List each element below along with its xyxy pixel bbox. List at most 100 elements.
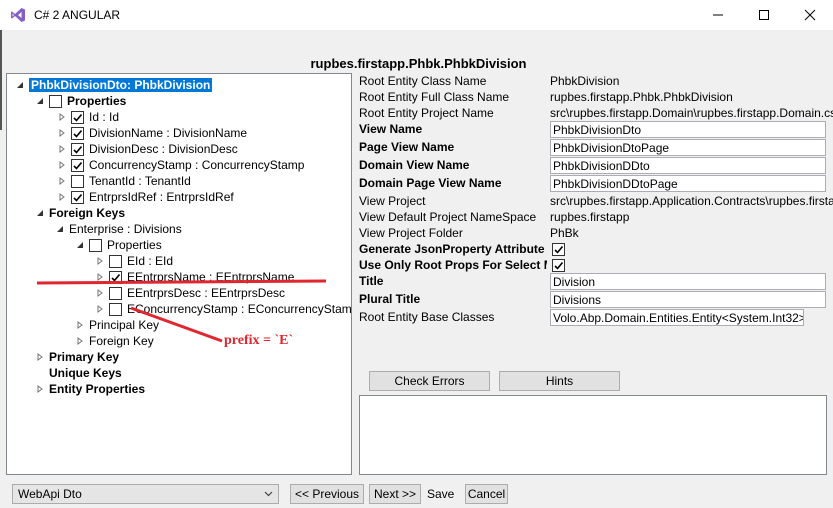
tree-prop-label: EntrprsIdRef : EntrprsIdRef: [89, 190, 234, 204]
tree-prop-item[interactable]: ConcurrencyStamp : ConcurrencyStamp: [57, 157, 304, 173]
check-errors-button[interactable]: Check Errors: [369, 371, 490, 391]
expand-triangle-icon[interactable]: [35, 352, 45, 362]
collapse-triangle-icon[interactable]: [35, 96, 45, 106]
view-type-dropdown[interactable]: WebApi Dto: [12, 484, 279, 504]
prop-checkbox[interactable]: [109, 286, 122, 300]
tree-enterprise-prop-label: EId : EId: [127, 254, 174, 268]
window-edge: [0, 30, 2, 130]
root-entity-full-class-name-label: Root Entity Full Class Name: [359, 90, 510, 104]
expand-triangle-icon[interactable]: [95, 288, 105, 298]
previous-button[interactable]: << Previous: [290, 484, 364, 504]
tree-primary-key-label: Primary Key: [49, 350, 120, 364]
plural-title-label: Plural Title: [359, 292, 421, 306]
root-entity-project-name-value: src\rupbes.firstapp.Domain\rupbes.firsta…: [550, 106, 833, 120]
prop-checkbox[interactable]: [71, 110, 84, 124]
title-label: Title: [359, 274, 384, 288]
tree-prop-label: DivisionDesc : DivisionDesc: [89, 142, 238, 156]
view-project-value: src\rupbes.firstapp.Application.Contract…: [550, 194, 833, 208]
tree-foreign-keys[interactable]: Foreign Keys: [35, 205, 125, 221]
properties-checkbox[interactable]: [49, 94, 62, 108]
expand-triangle-icon[interactable]: [75, 336, 85, 346]
view-name-input[interactable]: [550, 121, 826, 138]
minimize-icon: [713, 14, 723, 16]
tree-enterprise-prop-item[interactable]: EEntrprsDesc : EEntrprsDesc: [95, 285, 285, 301]
tree-prop-item[interactable]: EntrprsIdRef : EntrprsIdRef: [57, 189, 234, 205]
prop-checkbox[interactable]: [109, 254, 122, 268]
expand-triangle-icon[interactable]: [35, 384, 45, 394]
tree-enterprise-prop-item[interactable]: EId : EId: [95, 253, 173, 269]
tree-properties[interactable]: Properties: [35, 93, 126, 109]
title-bar: C# 2 ANGULAR: [0, 0, 833, 30]
view-project-folder-label: View Project Folder: [359, 226, 463, 240]
gen-json-checkbox[interactable]: [552, 243, 565, 256]
prop-checkbox[interactable]: [109, 270, 122, 284]
expand-triangle-icon[interactable]: [57, 128, 67, 138]
expand-triangle-icon[interactable]: [95, 256, 105, 266]
tree-prop-item[interactable]: DivisionName : DivisionName: [57, 125, 247, 141]
annotation-note: prefix = `E`: [224, 333, 294, 348]
collapse-triangle-icon[interactable]: [35, 208, 45, 218]
expand-triangle-icon[interactable]: [95, 272, 105, 282]
domain-page-view-name-input[interactable]: [550, 175, 826, 192]
next-button[interactable]: Next >>: [369, 484, 421, 504]
prop-checkbox[interactable]: [71, 126, 84, 140]
maximize-icon: [759, 10, 769, 20]
prop-checkbox[interactable]: [109, 302, 122, 316]
tree-unique-keys[interactable]: Unique Keys: [49, 365, 122, 381]
expand-triangle-icon[interactable]: [57, 160, 67, 170]
hints-button[interactable]: Hints: [499, 371, 620, 391]
tree-principal-key-label: Principal Key: [89, 318, 160, 332]
tree-view[interactable]: PhbkDivisionDto: PhbkDivision Properties…: [6, 73, 352, 475]
tree-foreign-key[interactable]: Foreign Key: [75, 333, 154, 349]
cancel-button[interactable]: Cancel: [465, 484, 508, 504]
expand-triangle-icon[interactable]: [57, 144, 67, 154]
root-entity-project-name-label: Root Entity Project Name: [359, 106, 494, 120]
tree-prop-item[interactable]: DivisionDesc : DivisionDesc: [57, 141, 238, 157]
collapse-triangle-icon[interactable]: [55, 224, 65, 234]
tree-enterprise-label: Enterprise : Divisions: [69, 222, 182, 236]
page-view-name-input[interactable]: [550, 139, 826, 156]
tree-enterprise[interactable]: Enterprise : Divisions: [55, 221, 182, 237]
tree-properties-label: Properties: [67, 94, 127, 108]
prop-checkbox[interactable]: [71, 158, 84, 172]
minimize-button[interactable]: [695, 0, 741, 30]
expand-triangle-icon[interactable]: [95, 304, 105, 314]
tree-root[interactable]: PhbkDivisionDto: PhbkDivision: [15, 77, 213, 93]
expand-triangle-icon[interactable]: [75, 320, 85, 330]
tree-enterprise-prop-item[interactable]: EEntrprsName : EEntrprsName: [95, 269, 294, 285]
tree-principal-key[interactable]: Principal Key: [75, 317, 159, 333]
tree-enterprise-prop-item[interactable]: EConcurrencyStamp : EConcurrencyStamp: [95, 301, 351, 317]
prop-checkbox[interactable]: [71, 190, 84, 204]
prop-checkbox[interactable]: [71, 174, 84, 188]
chevron-down-icon: [264, 491, 273, 497]
view-default-ns-label: View Default Project NameSpace: [359, 210, 537, 224]
expand-triangle-icon[interactable]: [57, 176, 67, 186]
prop-checkbox[interactable]: [71, 142, 84, 156]
tree-prop-label: DivisionName : DivisionName: [89, 126, 248, 140]
dropdown-value: WebApi Dto: [18, 487, 82, 501]
expand-triangle-icon[interactable]: [57, 192, 67, 202]
title-input[interactable]: [550, 273, 826, 290]
tree-prop-label: TenantId : TenantId: [89, 174, 191, 188]
tree-enterprise-properties-label: Properties: [107, 238, 162, 252]
save-button[interactable]: Save: [427, 487, 454, 501]
tree-primary-key[interactable]: Primary Key: [35, 349, 119, 365]
plural-title-input[interactable]: [550, 291, 826, 308]
maximize-button[interactable]: [741, 0, 787, 30]
collapse-triangle-icon[interactable]: [75, 240, 85, 250]
tree-entity-properties[interactable]: Entity Properties: [35, 381, 145, 397]
collapse-triangle-icon[interactable]: [15, 80, 25, 90]
base-classes-label: Root Entity Base Classes: [359, 310, 495, 324]
output-textarea[interactable]: [359, 395, 827, 475]
expand-triangle-icon[interactable]: [57, 112, 67, 122]
use-root-props-checkbox[interactable]: [552, 259, 565, 272]
tree-enterprise-properties[interactable]: Properties: [75, 237, 162, 253]
view-name-label: View Name: [359, 122, 423, 136]
enterprise-properties-checkbox[interactable]: [89, 238, 102, 252]
base-classes-input[interactable]: [550, 309, 804, 326]
domain-view-name-input[interactable]: [550, 157, 826, 174]
tree-prop-item[interactable]: TenantId : TenantId: [57, 173, 191, 189]
tree-prop-item[interactable]: Id : Id: [57, 109, 119, 125]
close-button[interactable]: [787, 0, 833, 30]
tree-foreign-key-label: Foreign Key: [89, 334, 154, 348]
